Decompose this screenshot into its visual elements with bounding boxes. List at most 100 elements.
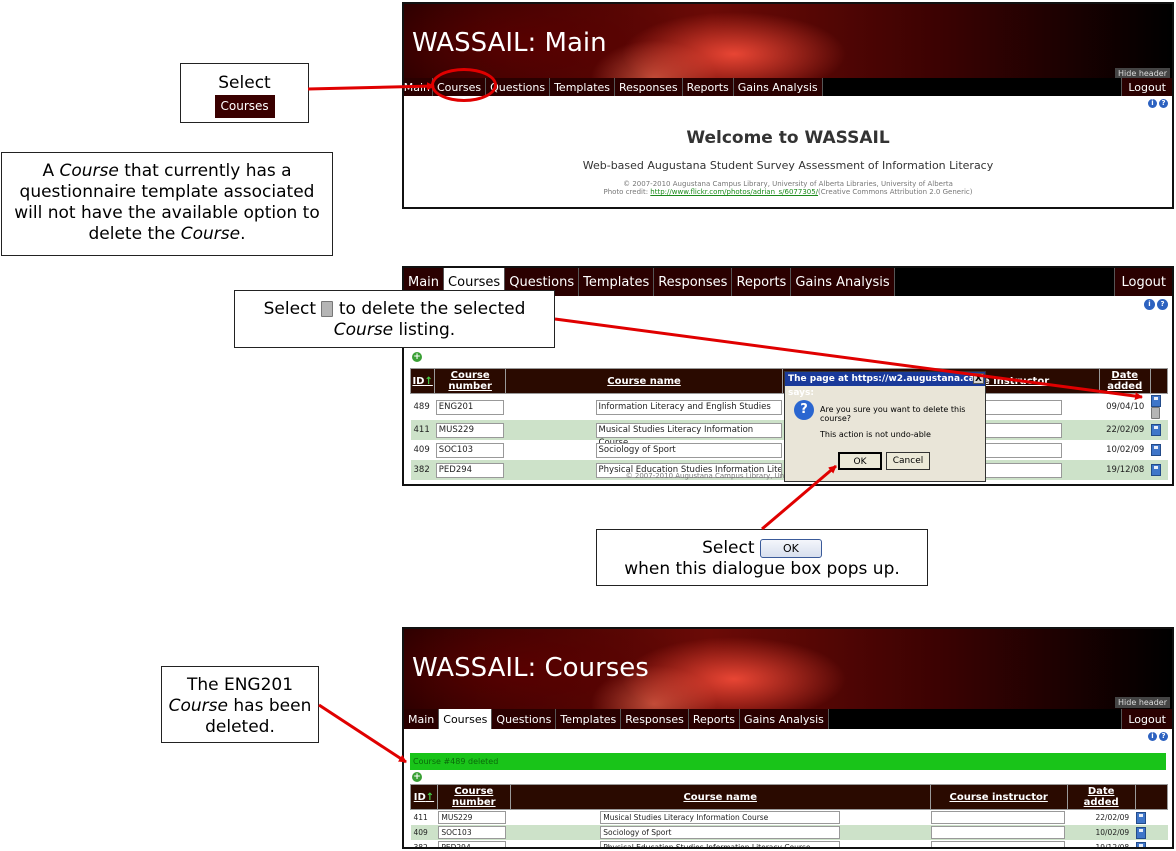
course-name-field[interactable]: Musical Studies Literacy Information Cou… (595, 422, 782, 448)
panel-after: WASSAIL: Courses Hide header Main Course… (402, 627, 1174, 849)
cell-instructor[interactable] (930, 810, 1067, 826)
cell-number[interactable]: MUS229 (437, 810, 510, 826)
nav-item-reports[interactable]: Reports (688, 709, 741, 729)
course-number-field[interactable]: MUS229 (438, 811, 507, 824)
cell-date: 09/04/10 (1106, 402, 1145, 412)
col-date-added[interactable]: Date added (1098, 368, 1151, 394)
col-course-number[interactable]: Course number (434, 368, 507, 394)
col-course-name[interactable]: Course name (505, 368, 784, 394)
cell-name[interactable]: Sociology of Sport (506, 440, 783, 460)
note-text-post: . (240, 224, 246, 244)
course-instructor-field[interactable] (931, 826, 1066, 839)
col-id[interactable]: ID↑ (409, 368, 436, 394)
cell-name[interactable]: Musical Studies Literacy Information Cou… (510, 810, 930, 826)
callout-select-courses: Select Courses (180, 63, 309, 123)
nav-item-templates[interactable]: Templates (579, 268, 655, 296)
dialog-cancel-button[interactable]: Cancel (886, 452, 930, 470)
save-icon[interactable] (1136, 826, 1147, 839)
nav-item-gains-analysis[interactable]: Gains Analysis (740, 709, 829, 729)
nav-item-reports[interactable]: Reports (732, 268, 792, 296)
cell-name[interactable]: Musical Studies Literacy Information Cou… (505, 420, 783, 448)
help-icons: i ? (1144, 299, 1168, 310)
save-icon[interactable] (1151, 444, 1162, 456)
nav-item-templates[interactable]: Templates (556, 709, 622, 729)
info-icon[interactable]: i (1148, 732, 1157, 741)
nav-item-gains-analysis[interactable]: Gains Analysis (791, 268, 895, 296)
photo-credit-label: Photo credit: (603, 188, 651, 196)
cell-id: 411 (413, 813, 428, 822)
help-icon[interactable]: ? (1157, 299, 1168, 310)
trash-icon[interactable] (1151, 407, 1161, 419)
save-icon[interactable] (1136, 811, 1147, 824)
course-number-field[interactable]: SOC103 (438, 826, 507, 839)
nav-item-questions[interactable]: Questions (492, 709, 557, 729)
nav-label: Templates (554, 80, 611, 94)
col-date-added[interactable]: Date added (1066, 784, 1136, 810)
course-instructor-field[interactable] (979, 422, 1062, 438)
course-number-field[interactable]: MUS229 (435, 422, 504, 438)
welcome-subtitle: Web-based Augustana Student Survey Asses… (582, 159, 994, 172)
dialog-ok-button[interactable]: OK (838, 452, 882, 470)
logout-button[interactable]: Logout (1121, 709, 1172, 729)
col-course-instructor[interactable]: Course instructor (929, 784, 1068, 810)
cell-name[interactable]: Sociology of Sport (510, 825, 931, 840)
save-icon[interactable] (1136, 841, 1147, 847)
course-name-field[interactable]: Information Literacy and English Studies (595, 399, 782, 415)
course-name-field[interactable]: Physical Education Studies Information L… (600, 841, 841, 847)
nav-item-templates[interactable]: Templates (550, 78, 616, 96)
nav-label: Reports (736, 274, 787, 290)
hide-header-button[interactable]: Hide header (1115, 697, 1170, 708)
nav-item-main[interactable]: Main (404, 78, 433, 96)
info-icon[interactable]: i (1148, 99, 1157, 108)
ok-instruction-pre: Select (702, 538, 760, 558)
col-course-name[interactable]: Course name (509, 784, 931, 810)
col-actions (1149, 368, 1169, 394)
note-text-course2: Course (180, 224, 241, 244)
course-instructor-field[interactable] (979, 442, 1062, 458)
cell-name[interactable]: Information Literacy and English Studies (506, 394, 783, 421)
course-instructor-field[interactable] (931, 811, 1066, 824)
help-icon[interactable]: ? (1159, 99, 1168, 108)
course-number-field[interactable]: SOC103 (435, 442, 504, 458)
cell-number[interactable]: MUS229 (434, 420, 506, 440)
logout-button[interactable]: Logout (1121, 78, 1172, 96)
photo-credit-link[interactable]: http://www.flickr.com/photos/adrian_s/60… (650, 188, 818, 196)
course-name-field[interactable]: Sociology of Sport (595, 442, 782, 458)
course-number-field[interactable]: PED294 (438, 841, 507, 847)
cell-number[interactable]: SOC103 (437, 825, 511, 840)
delete-instruction-line2: Course listing. (235, 320, 554, 341)
callout-ok-instruction: Select OK when this dialogue box pops up… (596, 529, 928, 586)
course-instructor-field[interactable] (931, 841, 1066, 847)
callout-course-note: A Course that currently has a questionna… (1, 152, 333, 256)
save-icon[interactable] (1151, 395, 1162, 407)
course-number-field[interactable]: ENG201 (435, 399, 504, 415)
nav-item-gains-analysis[interactable]: Gains Analysis (733, 78, 823, 96)
nav-item-responses[interactable]: Responses (615, 78, 683, 96)
help-icon[interactable]: ? (1159, 732, 1168, 741)
nav-item-responses[interactable]: Responses (621, 709, 689, 729)
ok-instruction-line1: Select OK (597, 538, 927, 559)
course-name-field[interactable]: Musical Studies Literacy Information Cou… (600, 811, 841, 824)
col-course-number[interactable]: Course number (436, 784, 511, 810)
nav-item-responses[interactable]: Responses (654, 268, 733, 296)
cell-instructor[interactable] (930, 840, 1067, 847)
close-icon[interactable]: X (973, 373, 984, 384)
add-course-icon[interactable]: + (412, 352, 422, 362)
nav-item-reports[interactable]: Reports (682, 78, 734, 96)
cell-instructor[interactable] (930, 825, 1068, 840)
cell-number[interactable]: ENG201 (435, 394, 506, 421)
cell-actions (1150, 420, 1168, 440)
course-instructor-field[interactable] (979, 399, 1062, 415)
nav-item-courses[interactable]: Courses (439, 709, 493, 729)
save-icon[interactable] (1151, 424, 1162, 436)
add-course-icon[interactable]: + (412, 772, 422, 782)
course-name-field[interactable]: Sociology of Sport (600, 826, 841, 839)
info-icon[interactable]: i (1144, 299, 1155, 310)
cell-number[interactable]: SOC103 (435, 440, 506, 460)
dialog-note: This action is not undo-able (820, 430, 931, 439)
cell-name[interactable]: Physical Education Studies Information L… (510, 840, 930, 847)
col-id[interactable]: ID↑ (410, 784, 438, 810)
logout-button[interactable]: Logout (1114, 268, 1172, 296)
nav-item-main[interactable]: Main (404, 709, 440, 729)
cell-number[interactable]: PED294 (437, 840, 510, 847)
